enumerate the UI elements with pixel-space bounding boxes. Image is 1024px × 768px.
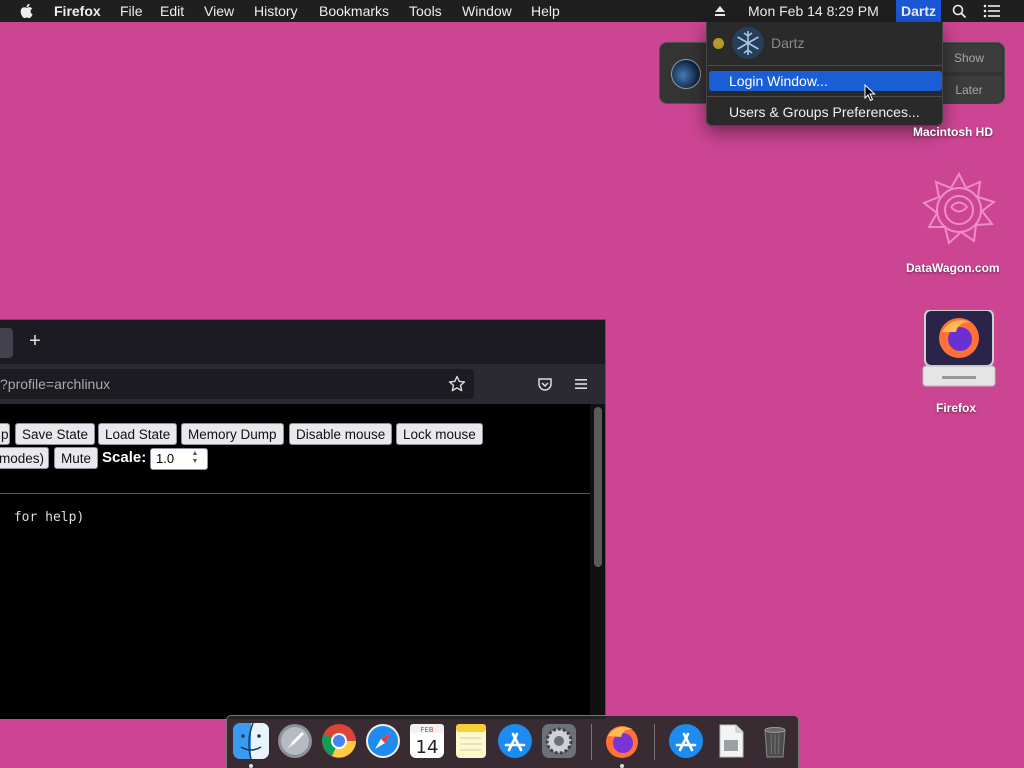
fast-user-switch-menu[interactable]: Dartz (896, 0, 942, 22)
users-groups-preferences-menu-item[interactable]: Users & Groups Preferences... (709, 102, 942, 122)
url-text[interactable]: ?profile=archlinux (0, 376, 110, 392)
load-state-button[interactable]: Load State (98, 423, 178, 445)
save-state-button[interactable]: Save State (15, 423, 96, 445)
scrollbar-thumb[interactable] (594, 407, 602, 567)
menu-history[interactable]: History (254, 0, 298, 22)
mouse-cursor-icon (864, 83, 876, 102)
scale-stepper-icon[interactable]: ▲ ▼ (188, 450, 202, 468)
firefox-disk-label[interactable]: Firefox (936, 401, 976, 415)
tab-bar: + (0, 320, 605, 364)
dropdown-separator (707, 65, 942, 66)
mute-button[interactable]: Mute (54, 447, 99, 469)
menu-tools[interactable]: Tools (409, 0, 442, 22)
terminal-output: for help) (6, 510, 85, 525)
notification-show-button[interactable]: Show (936, 44, 1002, 72)
pocket-icon[interactable] (537, 376, 553, 392)
menu-file[interactable]: File (120, 0, 143, 22)
calendar-icon[interactable]: FEB 14 (408, 722, 446, 760)
notification-center-icon[interactable] (983, 0, 1001, 22)
menu-view[interactable]: View (204, 0, 234, 22)
firefox-disk-image-icon[interactable] (922, 309, 996, 390)
menu-help[interactable]: Help (531, 0, 560, 22)
new-tab-button[interactable]: + (24, 330, 46, 352)
memory-dump-button[interactable]: Memory Dump (181, 423, 284, 445)
dropdown-separator (707, 96, 942, 97)
chrome-icon[interactable] (320, 722, 358, 760)
disable-mouse-button[interactable]: Disable mouse (289, 423, 393, 445)
modes-button[interactable]: modes) (0, 447, 49, 469)
user-avatar (732, 27, 764, 59)
spotlight-search-icon[interactable] (951, 0, 967, 22)
logged-in-check-icon (713, 38, 724, 49)
datawagon-webloc-icon[interactable] (918, 170, 1000, 250)
active-tab[interactable] (0, 328, 13, 358)
running-indicator (249, 764, 253, 768)
document-stack-icon[interactable] (712, 722, 750, 760)
hamburger-menu-icon[interactable] (573, 376, 589, 392)
lock-mouse-button[interactable]: Lock mouse (396, 423, 483, 445)
notification-later-button[interactable]: Later (936, 76, 1002, 104)
login-window-menu-item[interactable]: Login Window... (709, 71, 942, 91)
system-preferences-icon[interactable] (540, 722, 578, 760)
fast-user-switch-dropdown: Dartz Login Window... Users & Groups Pre… (706, 22, 943, 126)
dock: FEB 14 (226, 715, 799, 768)
svg-text:14: 14 (416, 737, 439, 758)
svg-text:FEB: FEB (420, 726, 433, 734)
notification-app-icon (671, 59, 701, 89)
menu-bookmarks[interactable]: Bookmarks (319, 0, 389, 22)
apple-menu-icon[interactable] (20, 0, 36, 22)
bookmark-star-icon[interactable] (448, 375, 466, 393)
launchpad-icon[interactable] (276, 722, 314, 760)
firefox-window: + ?profile=archlinux p Save State Load S… (0, 319, 606, 719)
navigation-toolbar: ?profile=archlinux (0, 364, 605, 404)
menu-edit[interactable]: Edit (160, 0, 184, 22)
trash-icon[interactable] (756, 722, 794, 760)
scrollbar[interactable] (590, 404, 605, 719)
partial-button[interactable]: p (0, 423, 10, 445)
downloads-folder-icon[interactable] (667, 722, 705, 760)
dock-separator (654, 724, 655, 760)
page-content: p Save State Load State Memory Dump Disa… (0, 404, 590, 719)
app-store-icon[interactable] (496, 722, 534, 760)
running-indicator (620, 764, 624, 768)
menu-bar: Firefox File Edit View History Bookmarks… (0, 0, 1024, 22)
dock-separator (591, 724, 592, 760)
emulator-controls: p Save State Load State Memory Dump Disa… (0, 404, 590, 494)
datawagon-label[interactable]: DataWagon.com (906, 261, 1000, 275)
safari-icon[interactable] (364, 722, 402, 760)
firefox-icon[interactable] (603, 722, 641, 760)
macintosh-hd-label[interactable]: Macintosh HD (913, 125, 993, 139)
notes-icon[interactable] (452, 722, 490, 760)
scale-label: Scale: (102, 449, 147, 466)
app-menu-firefox[interactable]: Firefox (54, 0, 101, 22)
finder-icon[interactable] (232, 722, 270, 760)
dropdown-username: Dartz (771, 35, 805, 51)
menubar-clock[interactable]: Mon Feb 14 8:29 PM (748, 0, 879, 22)
menu-window[interactable]: Window (462, 0, 512, 22)
dropdown-current-user[interactable]: Dartz (707, 25, 942, 61)
eject-icon[interactable] (713, 0, 727, 22)
url-bar[interactable]: ?profile=archlinux (0, 369, 474, 399)
